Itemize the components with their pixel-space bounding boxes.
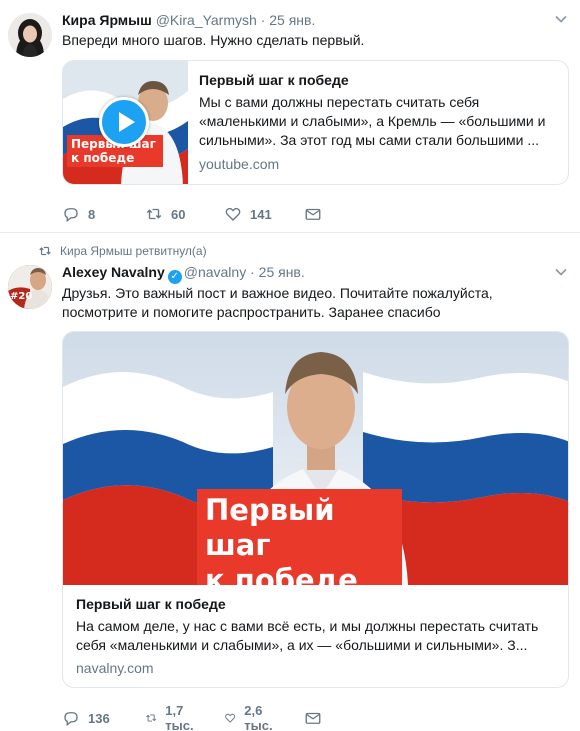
envelope-icon xyxy=(305,712,321,724)
reply-button[interactable]: 8 xyxy=(62,204,95,224)
like-button[interactable]: 2,6 тыс. xyxy=(224,703,278,731)
card-title: Первый шаг к победе xyxy=(76,596,226,612)
reply-count: 8 xyxy=(88,206,96,222)
tweet-text: Друзья. Это важный пост и важное видео. … xyxy=(62,285,493,320)
card-image-banner-line2: к победе xyxy=(205,563,358,585)
header-separator: · xyxy=(260,12,266,28)
tweet-timestamp[interactable]: 25 янв. xyxy=(269,12,315,28)
retweet-icon xyxy=(146,714,157,722)
card-image-banner-line1: Первый шаг xyxy=(205,493,335,562)
tweet-text: Впереди много шагов. Нужно сделать первы… xyxy=(62,32,365,48)
chevron-down-icon[interactable] xyxy=(554,12,568,26)
retweet-icon xyxy=(146,208,162,220)
retweet-icon xyxy=(39,246,51,256)
tweet-kira-yarmysh[interactable]: Кира Ярмыш @Kira_Yarmysh · 25 янв. Впере… xyxy=(0,0,580,233)
avatar-badge-text: #20 xyxy=(10,291,33,302)
avatar-alexey-navalny[interactable]: #20 xyxy=(8,265,52,309)
retweet-button[interactable]: 60 xyxy=(145,204,185,224)
author-name[interactable]: Кира Ярмыш xyxy=(62,12,152,28)
author-name[interactable]: Alexey Navalny xyxy=(62,264,165,280)
card-info: Первый шаг к победе Мы с вами должны пер… xyxy=(199,71,556,174)
link-card-youtube[interactable]: Первый шаг к победе Первый шаг к победе … xyxy=(62,60,569,185)
card-title: Первый шаг к победе xyxy=(199,72,349,88)
link-card-navalny[interactable]: Первый шаг к победе Первый шаг к победе … xyxy=(62,331,569,688)
card-description: Мы с вами должны перестать считать себя … xyxy=(199,94,546,148)
card-domain: navalny.com xyxy=(76,660,154,676)
retweet-context-text[interactable]: Кира Ярмыш ретвитнул(а) xyxy=(60,244,207,258)
envelope-icon xyxy=(305,208,321,220)
direct-message-button[interactable] xyxy=(304,708,330,728)
retweet-count: 1,7 тыс. xyxy=(165,703,194,731)
like-count: 2,6 тыс. xyxy=(244,703,273,731)
tweet-alexey-navalny[interactable]: Кира Ярмыш ретвитнул(а) #20 Alexey Naval… xyxy=(0,233,580,731)
direct-message-button[interactable] xyxy=(304,204,330,224)
avatar-portrait-image xyxy=(8,265,52,309)
reply-button[interactable]: 136 xyxy=(62,708,110,728)
retweet-button[interactable]: 1,7 тыс. xyxy=(145,703,199,731)
reply-icon xyxy=(64,208,78,223)
like-button[interactable]: 141 xyxy=(224,204,272,224)
tweet-header: Кира Ярмыш @Kira_Yarmysh · 25 янв. xyxy=(62,11,550,29)
play-icon[interactable] xyxy=(99,97,149,147)
like-count: 141 xyxy=(250,206,272,222)
reply-icon xyxy=(64,712,78,727)
video-thumbnail[interactable]: Первый шаг к победе xyxy=(63,61,188,184)
chevron-down-icon[interactable] xyxy=(554,265,568,279)
card-domain: youtube.com xyxy=(199,156,280,172)
avatar-portrait-image xyxy=(8,13,52,57)
retweet-count: 60 xyxy=(171,206,186,222)
tweet-timestamp[interactable]: 25 янв. xyxy=(259,264,305,280)
tweet-header: Alexey Navalny ✓ @navalny · 25 янв. xyxy=(62,263,550,284)
reply-count: 136 xyxy=(88,710,110,726)
card-image-banner: Первый шаг к победе xyxy=(197,489,402,585)
retweet-context: Кира Ярмыш ретвитнул(а) xyxy=(38,243,207,259)
card-image[interactable]: Первый шаг к победе xyxy=(63,332,568,585)
heart-icon xyxy=(225,207,241,221)
author-handle[interactable]: @Kira_Yarmysh xyxy=(156,12,257,28)
card-description: На самом деле, у нас с вами всё есть, и … xyxy=(76,618,539,653)
card-info: Первый шаг к победе На самом деле, у нас… xyxy=(76,595,555,678)
avatar-kira-yarmysh[interactable] xyxy=(8,13,52,57)
author-handle[interactable]: @navalny xyxy=(184,264,246,280)
heart-icon xyxy=(225,713,236,723)
verified-badge-icon: ✓ xyxy=(167,270,182,284)
header-separator: · xyxy=(250,264,255,280)
